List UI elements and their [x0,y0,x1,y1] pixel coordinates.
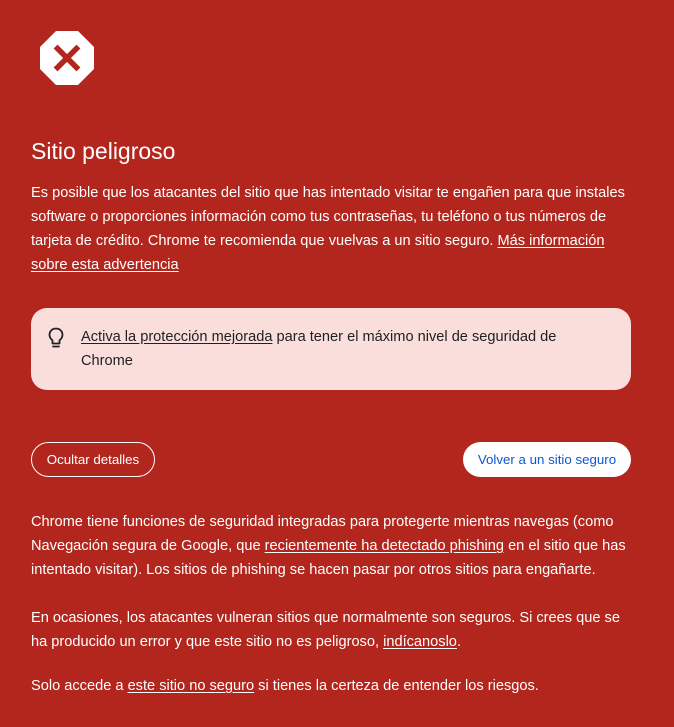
enhanced-protection-callout: Activa la protección mejorada para tener… [31,308,631,390]
proceed-unsafe-link[interactable]: este sitio no seguro [128,678,255,694]
page-title: Sitio peligroso [31,138,176,164]
details-paragraph-3: Solo accede a este sitio no seguro si ti… [31,674,631,698]
report-error-link[interactable]: indícanoslo [383,634,457,650]
details-text: si tienes la certeza de entender los rie… [254,678,539,694]
back-to-safety-button[interactable]: Volver a un sitio seguro [463,442,631,477]
intro-paragraph: Es posible que los atacantes del sitio q… [31,181,631,277]
details-paragraph-2: En ocasiones, los atacantes vulneran sit… [31,606,631,654]
enhanced-protection-link[interactable]: Activa la protección mejorada [81,329,272,345]
details-paragraph-1: Chrome tiene funciones de seguridad inte… [31,510,631,582]
octagon-x-icon [40,31,94,85]
details-text: . [456,634,461,650]
callout-text: Activa la protección mejorada para tener… [81,325,601,373]
phishing-detected-link[interactable]: recientemente ha detectado phishing [265,538,504,554]
hide-details-button[interactable]: Ocultar detalles [31,442,155,477]
details-text: En ocasiones, los atacantes vulneran sit… [31,610,620,650]
lightbulb-icon [48,327,64,348]
details-text: Solo accede a [31,678,128,694]
